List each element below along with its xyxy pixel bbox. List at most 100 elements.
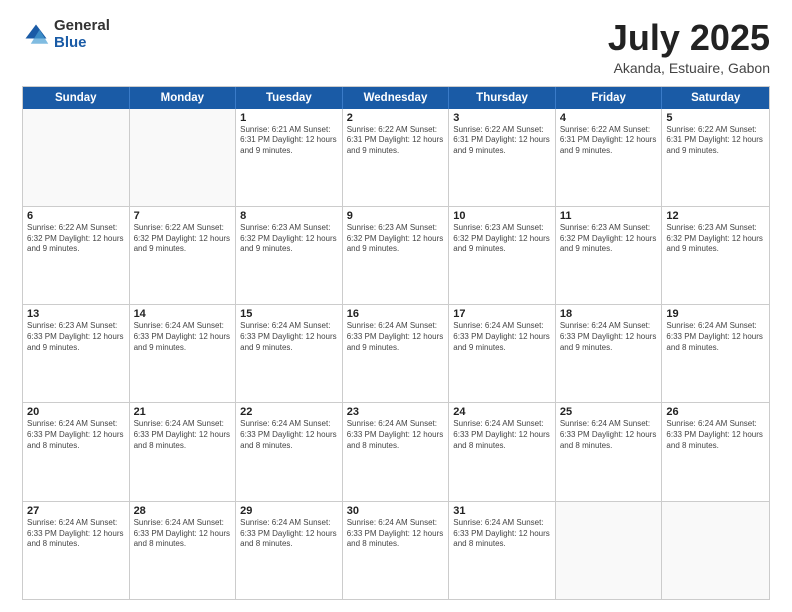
- day-number: 2: [347, 112, 445, 124]
- day-cell-19: 19Sunrise: 6:24 AM Sunset: 6:33 PM Dayli…: [662, 305, 769, 402]
- day-info: Sunrise: 6:22 AM Sunset: 6:32 PM Dayligh…: [27, 223, 125, 255]
- header-day-monday: Monday: [130, 87, 237, 109]
- day-number: 21: [134, 406, 232, 418]
- header-day-tuesday: Tuesday: [236, 87, 343, 109]
- month-year: July 2025: [608, 18, 770, 58]
- day-cell-31: 31Sunrise: 6:24 AM Sunset: 6:33 PM Dayli…: [449, 502, 556, 599]
- header-day-thursday: Thursday: [449, 87, 556, 109]
- day-cell-3: 3Sunrise: 6:22 AM Sunset: 6:31 PM Daylig…: [449, 109, 556, 206]
- day-number: 8: [240, 210, 338, 222]
- day-info: Sunrise: 6:22 AM Sunset: 6:31 PM Dayligh…: [560, 125, 658, 157]
- day-number: 14: [134, 308, 232, 320]
- day-cell-22: 22Sunrise: 6:24 AM Sunset: 6:33 PM Dayli…: [236, 403, 343, 500]
- day-info: Sunrise: 6:24 AM Sunset: 6:33 PM Dayligh…: [27, 518, 125, 550]
- day-number: 11: [560, 210, 658, 222]
- day-info: Sunrise: 6:22 AM Sunset: 6:31 PM Dayligh…: [666, 125, 765, 157]
- day-cell-11: 11Sunrise: 6:23 AM Sunset: 6:32 PM Dayli…: [556, 207, 663, 304]
- day-cell-20: 20Sunrise: 6:24 AM Sunset: 6:33 PM Dayli…: [23, 403, 130, 500]
- day-info: Sunrise: 6:24 AM Sunset: 6:33 PM Dayligh…: [560, 419, 658, 451]
- day-number: 29: [240, 505, 338, 517]
- day-cell-6: 6Sunrise: 6:22 AM Sunset: 6:32 PM Daylig…: [23, 207, 130, 304]
- day-number: 28: [134, 505, 232, 517]
- day-number: 24: [453, 406, 551, 418]
- day-info: Sunrise: 6:23 AM Sunset: 6:32 PM Dayligh…: [347, 223, 445, 255]
- day-info: Sunrise: 6:24 AM Sunset: 6:33 PM Dayligh…: [134, 518, 232, 550]
- logo-text: General Blue: [54, 18, 110, 51]
- location: Akanda, Estuaire, Gabon: [608, 60, 770, 76]
- empty-cell: [556, 502, 663, 599]
- calendar-week-5: 27Sunrise: 6:24 AM Sunset: 6:33 PM Dayli…: [23, 501, 769, 599]
- day-info: Sunrise: 6:24 AM Sunset: 6:33 PM Dayligh…: [27, 419, 125, 451]
- day-number: 4: [560, 112, 658, 124]
- day-cell-4: 4Sunrise: 6:22 AM Sunset: 6:31 PM Daylig…: [556, 109, 663, 206]
- day-info: Sunrise: 6:24 AM Sunset: 6:33 PM Dayligh…: [453, 518, 551, 550]
- day-number: 10: [453, 210, 551, 222]
- day-cell-8: 8Sunrise: 6:23 AM Sunset: 6:32 PM Daylig…: [236, 207, 343, 304]
- day-info: Sunrise: 6:24 AM Sunset: 6:33 PM Dayligh…: [134, 321, 232, 353]
- day-cell-29: 29Sunrise: 6:24 AM Sunset: 6:33 PM Dayli…: [236, 502, 343, 599]
- day-number: 13: [27, 308, 125, 320]
- day-number: 3: [453, 112, 551, 124]
- header-day-wednesday: Wednesday: [343, 87, 450, 109]
- day-info: Sunrise: 6:23 AM Sunset: 6:33 PM Dayligh…: [27, 321, 125, 353]
- calendar-week-2: 6Sunrise: 6:22 AM Sunset: 6:32 PM Daylig…: [23, 206, 769, 304]
- day-info: Sunrise: 6:24 AM Sunset: 6:33 PM Dayligh…: [666, 321, 765, 353]
- calendar-week-1: 1Sunrise: 6:21 AM Sunset: 6:31 PM Daylig…: [23, 109, 769, 206]
- day-cell-25: 25Sunrise: 6:24 AM Sunset: 6:33 PM Dayli…: [556, 403, 663, 500]
- day-info: Sunrise: 6:24 AM Sunset: 6:33 PM Dayligh…: [347, 321, 445, 353]
- header-day-sunday: Sunday: [23, 87, 130, 109]
- title-block: July 2025 Akanda, Estuaire, Gabon: [608, 18, 770, 76]
- day-number: 25: [560, 406, 658, 418]
- day-cell-16: 16Sunrise: 6:24 AM Sunset: 6:33 PM Dayli…: [343, 305, 450, 402]
- day-number: 15: [240, 308, 338, 320]
- day-info: Sunrise: 6:23 AM Sunset: 6:32 PM Dayligh…: [666, 223, 765, 255]
- day-number: 18: [560, 308, 658, 320]
- day-cell-27: 27Sunrise: 6:24 AM Sunset: 6:33 PM Dayli…: [23, 502, 130, 599]
- day-info: Sunrise: 6:24 AM Sunset: 6:33 PM Dayligh…: [347, 518, 445, 550]
- day-number: 6: [27, 210, 125, 222]
- header-day-saturday: Saturday: [662, 87, 769, 109]
- header-day-friday: Friday: [556, 87, 663, 109]
- day-info: Sunrise: 6:22 AM Sunset: 6:31 PM Dayligh…: [453, 125, 551, 157]
- day-cell-24: 24Sunrise: 6:24 AM Sunset: 6:33 PM Dayli…: [449, 403, 556, 500]
- day-number: 27: [27, 505, 125, 517]
- day-cell-23: 23Sunrise: 6:24 AM Sunset: 6:33 PM Dayli…: [343, 403, 450, 500]
- day-number: 1: [240, 112, 338, 124]
- logo: General Blue: [22, 18, 110, 51]
- day-cell-5: 5Sunrise: 6:22 AM Sunset: 6:31 PM Daylig…: [662, 109, 769, 206]
- day-number: 23: [347, 406, 445, 418]
- page: General Blue July 2025 Akanda, Estuaire,…: [0, 0, 792, 612]
- day-cell-10: 10Sunrise: 6:23 AM Sunset: 6:32 PM Dayli…: [449, 207, 556, 304]
- logo-general: General: [54, 17, 110, 34]
- day-cell-21: 21Sunrise: 6:24 AM Sunset: 6:33 PM Dayli…: [130, 403, 237, 500]
- day-cell-18: 18Sunrise: 6:24 AM Sunset: 6:33 PM Dayli…: [556, 305, 663, 402]
- calendar-header: SundayMondayTuesdayWednesdayThursdayFrid…: [23, 87, 769, 109]
- day-number: 20: [27, 406, 125, 418]
- day-info: Sunrise: 6:24 AM Sunset: 6:33 PM Dayligh…: [240, 518, 338, 550]
- calendar-week-3: 13Sunrise: 6:23 AM Sunset: 6:33 PM Dayli…: [23, 304, 769, 402]
- day-info: Sunrise: 6:24 AM Sunset: 6:33 PM Dayligh…: [134, 419, 232, 451]
- calendar-week-4: 20Sunrise: 6:24 AM Sunset: 6:33 PM Dayli…: [23, 402, 769, 500]
- day-info: Sunrise: 6:24 AM Sunset: 6:33 PM Dayligh…: [240, 419, 338, 451]
- day-cell-17: 17Sunrise: 6:24 AM Sunset: 6:33 PM Dayli…: [449, 305, 556, 402]
- day-info: Sunrise: 6:23 AM Sunset: 6:32 PM Dayligh…: [560, 223, 658, 255]
- empty-cell: [662, 502, 769, 599]
- day-info: Sunrise: 6:23 AM Sunset: 6:32 PM Dayligh…: [453, 223, 551, 255]
- day-number: 17: [453, 308, 551, 320]
- day-cell-2: 2Sunrise: 6:22 AM Sunset: 6:31 PM Daylig…: [343, 109, 450, 206]
- day-cell-12: 12Sunrise: 6:23 AM Sunset: 6:32 PM Dayli…: [662, 207, 769, 304]
- day-info: Sunrise: 6:24 AM Sunset: 6:33 PM Dayligh…: [453, 419, 551, 451]
- day-number: 5: [666, 112, 765, 124]
- day-number: 30: [347, 505, 445, 517]
- day-number: 7: [134, 210, 232, 222]
- day-info: Sunrise: 6:24 AM Sunset: 6:33 PM Dayligh…: [666, 419, 765, 451]
- day-info: Sunrise: 6:24 AM Sunset: 6:33 PM Dayligh…: [240, 321, 338, 353]
- day-cell-9: 9Sunrise: 6:23 AM Sunset: 6:32 PM Daylig…: [343, 207, 450, 304]
- day-number: 26: [666, 406, 765, 418]
- day-number: 12: [666, 210, 765, 222]
- day-info: Sunrise: 6:24 AM Sunset: 6:33 PM Dayligh…: [453, 321, 551, 353]
- day-number: 22: [240, 406, 338, 418]
- day-cell-26: 26Sunrise: 6:24 AM Sunset: 6:33 PM Dayli…: [662, 403, 769, 500]
- day-cell-7: 7Sunrise: 6:22 AM Sunset: 6:32 PM Daylig…: [130, 207, 237, 304]
- calendar-body: 1Sunrise: 6:21 AM Sunset: 6:31 PM Daylig…: [23, 109, 769, 599]
